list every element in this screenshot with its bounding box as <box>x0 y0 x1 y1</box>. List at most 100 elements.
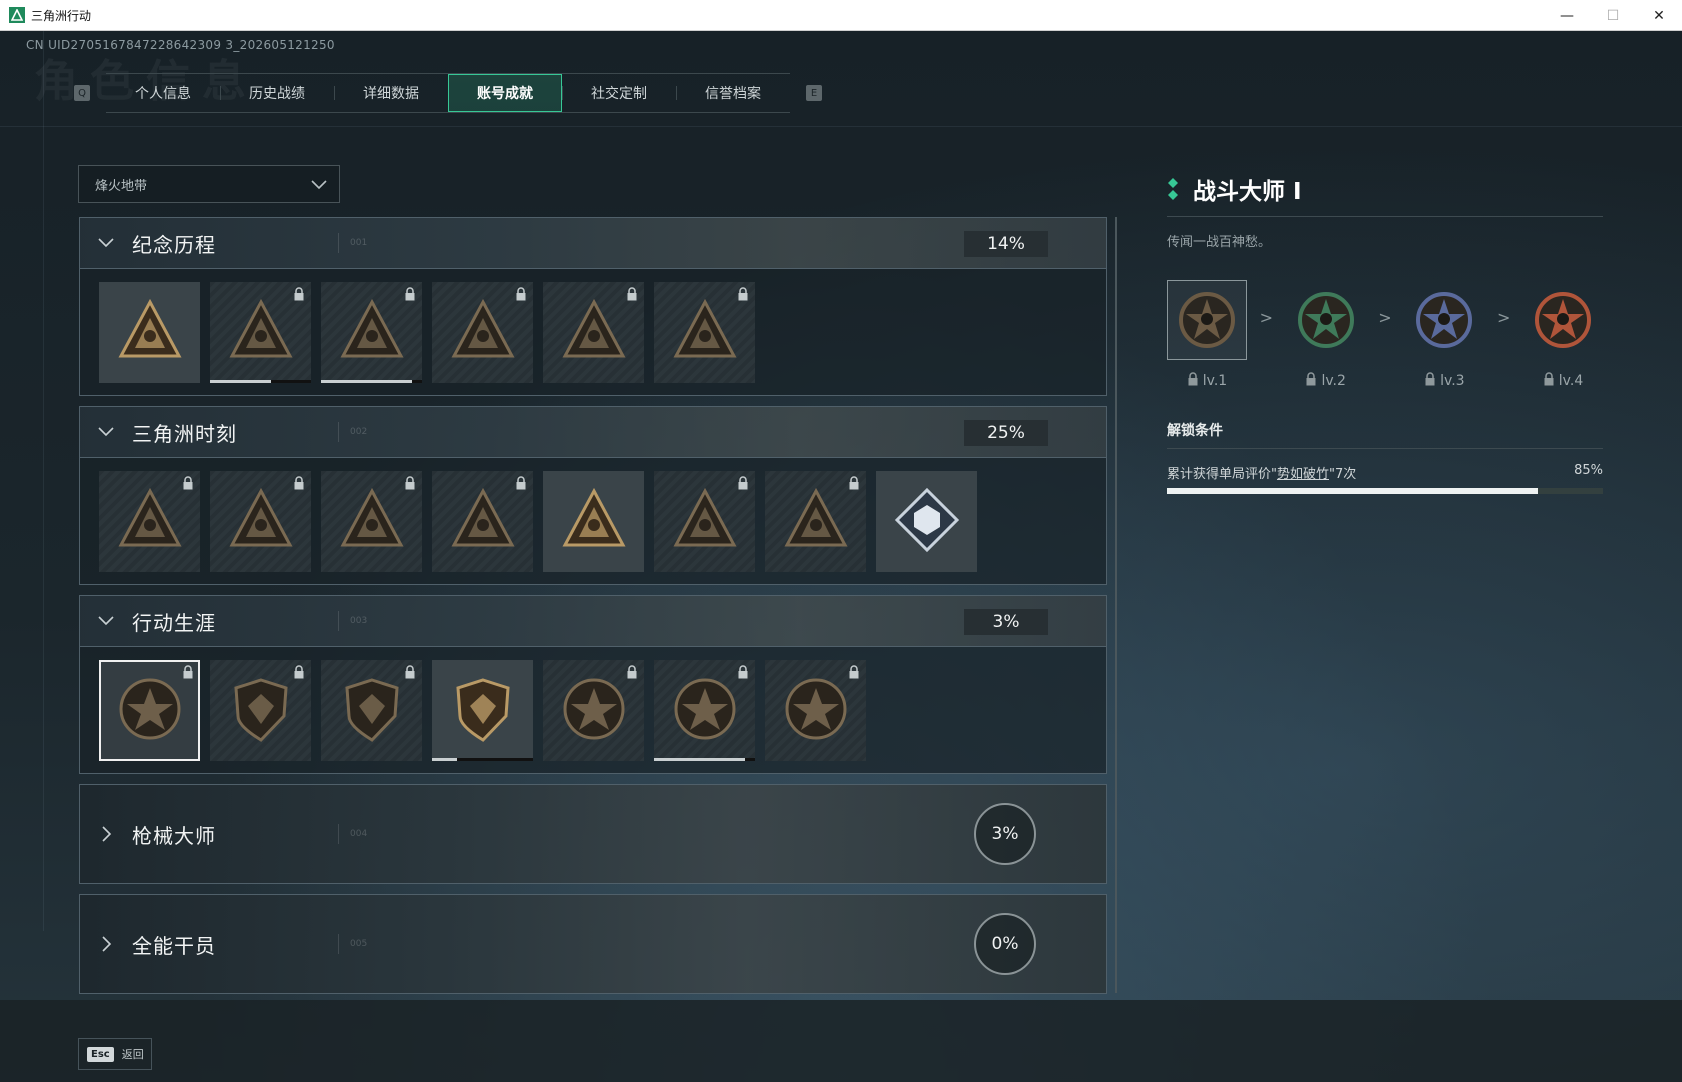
achievement-category: 行动生涯 003 3% <box>79 595 1107 774</box>
lock-icon <box>848 475 860 490</box>
tab-personal-info[interactable]: 个人信息 <box>106 74 220 112</box>
achievement-badge[interactable] <box>765 660 866 761</box>
achievement-badge[interactable] <box>765 471 866 572</box>
mode-dropdown[interactable]: 烽火地带 <box>78 165 340 203</box>
lock-icon <box>293 475 305 490</box>
achievement-badge[interactable] <box>210 282 311 383</box>
skull-medal-icon <box>670 674 740 748</box>
diamond-marker-icon <box>1168 177 1178 200</box>
achievement-badge[interactable] <box>543 282 644 383</box>
achievement-badge[interactable] <box>321 471 422 572</box>
level-item[interactable]: lv.1 <box>1167 280 1247 390</box>
achievement-badge[interactable] <box>543 660 644 761</box>
condition-prefix: 累计获得单局评价" <box>1167 467 1277 482</box>
level-text: lv.1 <box>1202 373 1228 389</box>
level-item[interactable]: lv.2 <box>1286 280 1366 390</box>
condition-progress-fill <box>1167 488 1538 494</box>
lock-icon <box>293 286 305 301</box>
star-medal-icon <box>115 674 185 748</box>
next-tab-key[interactable]: E <box>806 85 822 101</box>
unlock-conditions-title: 解锁条件 <box>1167 420 1603 449</box>
condition-suffix: "7次 <box>1329 467 1357 482</box>
app-logo-icon <box>9 7 25 23</box>
tab-reputation[interactable]: 信誉档案 <box>676 74 790 112</box>
category-percent: 0% <box>991 934 1019 954</box>
category-header[interactable]: 三角洲时刻 002 25% <box>80 407 1106 458</box>
beast-triangle-icon <box>670 485 740 559</box>
lock-icon <box>515 475 527 490</box>
level-arrow: > <box>1259 308 1274 327</box>
level-medal <box>1523 280 1603 360</box>
triangle-emblem-icon <box>115 296 185 370</box>
level-text: lv.4 <box>1558 373 1584 389</box>
condition-link[interactable]: 势如破竹 <box>1277 467 1329 482</box>
chevron-down-icon <box>311 180 327 190</box>
achievement-badge[interactable] <box>432 660 533 761</box>
shield-emblem-icon <box>337 296 407 370</box>
tab-match-history[interactable]: 历史战绩 <box>220 74 334 112</box>
achievement-badge[interactable] <box>876 471 977 572</box>
category-title: 三角洲时刻 <box>132 421 237 446</box>
lock-icon <box>404 664 416 679</box>
close-button[interactable]: ✕ <box>1636 0 1682 31</box>
tab-detailed-data[interactable]: 详细数据 <box>334 74 448 112</box>
level-item[interactable]: lv.3 <box>1404 280 1484 390</box>
category-header[interactable]: 行动生涯 003 3% <box>80 596 1106 647</box>
star-medal-icon <box>1535 292 1592 348</box>
achievement-badge[interactable] <box>321 282 422 383</box>
achievement-badge[interactable] <box>654 471 755 572</box>
achievement-detail-panel: 战斗大师 I 传闻一战百神愁。 lv.1 > lv.2 > lv.3 > lv.4 解锁条件… <box>1167 171 1603 494</box>
achievement-badge[interactable] <box>210 660 311 761</box>
achievement-badge[interactable] <box>99 660 200 761</box>
category-header[interactable]: 枪械大师 004 3% <box>80 785 1106 883</box>
tab-achievements[interactable]: 账号成就 <box>448 74 562 112</box>
badge-row <box>80 458 1106 584</box>
achievement-badge[interactable] <box>654 660 755 761</box>
gem-shield-icon <box>448 674 518 748</box>
level-label: lv.3 <box>1424 372 1465 390</box>
category-percent: 3% <box>964 609 1048 635</box>
category-percent: 14% <box>964 231 1048 257</box>
level-medal <box>1404 280 1484 360</box>
chevron-down-icon <box>98 238 114 248</box>
unlock-condition-text: 累计获得单局评价"势如破竹"7次 <box>1167 463 1356 482</box>
category-header[interactable]: 纪念历程 001 14% <box>80 218 1106 269</box>
badge-progress-fill <box>654 758 745 761</box>
category-title: 全能干员 <box>132 933 216 958</box>
back-button[interactable]: Esc 返回 <box>78 1038 152 1070</box>
level-item[interactable]: lv.4 <box>1523 280 1603 390</box>
window-title: 三角洲行动 <box>31 8 92 23</box>
condition-progress-bar <box>1167 488 1603 494</box>
list-scrollbar[interactable] <box>1115 217 1117 993</box>
category-title: 纪念历程 <box>132 232 216 257</box>
lock-icon <box>1424 372 1436 390</box>
badge-progress-bar <box>321 380 422 383</box>
diamond-cube-icon <box>892 485 962 559</box>
achievement-badge[interactable] <box>432 471 533 572</box>
skull-triangle-icon <box>670 296 740 370</box>
achievement-badge[interactable] <box>543 471 644 572</box>
badge-row <box>80 647 1106 773</box>
prev-tab-key[interactable]: Q <box>74 85 90 101</box>
achievement-badge[interactable] <box>210 471 311 572</box>
level-medal <box>1167 280 1247 360</box>
achievement-badge[interactable] <box>654 282 755 383</box>
level-arrow: > <box>1496 308 1511 327</box>
achievement-badge[interactable] <box>99 282 200 383</box>
tab-social-custom[interactable]: 社交定制 <box>562 74 676 112</box>
maximize-button[interactable]: ☐ <box>1590 0 1636 31</box>
category-number: 003 <box>350 616 368 626</box>
category-header[interactable]: 全能干员 005 0% <box>80 895 1106 993</box>
lock-icon <box>182 664 194 679</box>
category-percent-ring: 0% <box>974 913 1036 975</box>
level-label: lv.1 <box>1187 372 1227 390</box>
achievement-badge[interactable] <box>321 660 422 761</box>
achievement-badge[interactable] <box>99 471 200 572</box>
unlock-condition-row: 累计获得单局评价"势如破竹"7次 85% <box>1167 463 1603 482</box>
achievement-badge[interactable] <box>432 282 533 383</box>
lock-icon <box>737 286 749 301</box>
star-medal-icon <box>1416 292 1473 348</box>
minimize-button[interactable]: — <box>1544 0 1590 31</box>
level-text: lv.2 <box>1321 373 1346 389</box>
lock-icon <box>404 475 416 490</box>
